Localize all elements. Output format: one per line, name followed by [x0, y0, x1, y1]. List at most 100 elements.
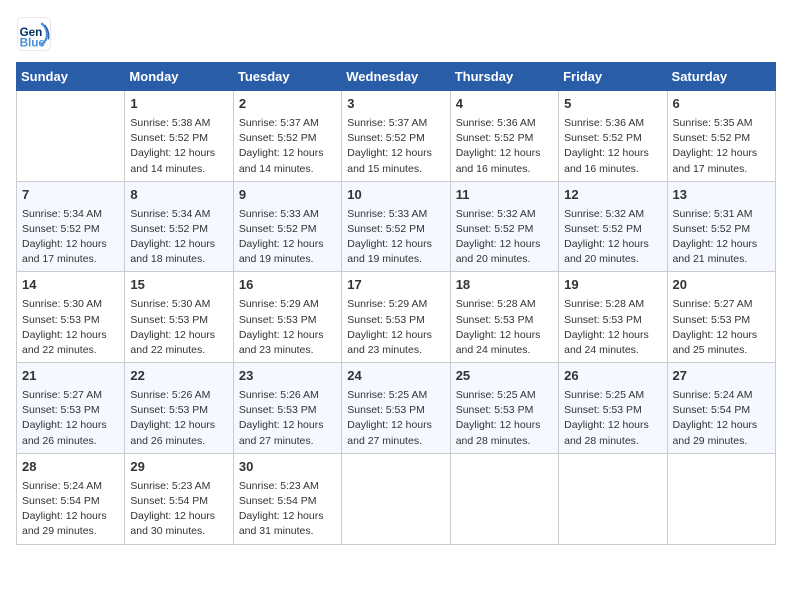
day-info: Sunrise: 5:32 AM Sunset: 5:52 PM Dayligh…	[564, 207, 661, 268]
day-number: 29	[130, 458, 227, 477]
calendar-cell: 22 Sunrise: 5:26 AM Sunset: 5:53 PM Dayli…	[125, 363, 233, 454]
day-number: 21	[22, 367, 119, 386]
calendar-cell: 14 Sunrise: 5:30 AM Sunset: 5:53 PM Dayli…	[17, 272, 125, 363]
day-number: 30	[239, 458, 336, 477]
calendar-cell: 20 Sunrise: 5:27 AM Sunset: 5:53 PM Dayli…	[667, 272, 775, 363]
calendar-cell: 25 Sunrise: 5:25 AM Sunset: 5:53 PM Dayli…	[450, 363, 558, 454]
day-number: 22	[130, 367, 227, 386]
day-info: Sunrise: 5:34 AM Sunset: 5:52 PM Dayligh…	[130, 207, 227, 268]
day-info: Sunrise: 5:26 AM Sunset: 5:53 PM Dayligh…	[239, 388, 336, 449]
day-info: Sunrise: 5:25 AM Sunset: 5:53 PM Dayligh…	[347, 388, 444, 449]
day-number: 20	[673, 276, 770, 295]
calendar-cell: 6 Sunrise: 5:35 AM Sunset: 5:52 PM Daylig…	[667, 91, 775, 182]
calendar-cell: 26Sunrise: 5:25 AM Sunset: 5:53 PM Dayli…	[559, 363, 667, 454]
page-header: Gen Blue	[16, 16, 776, 52]
calendar-cell: 30 Sunrise: 5:23 AM Sunset: 5:54 PM Dayli…	[233, 453, 341, 544]
calendar-week-row: 28 Sunrise: 5:24 AM Sunset: 5:54 PM Dayli…	[17, 453, 776, 544]
calendar-cell	[342, 453, 450, 544]
day-info: Sunrise: 5:33 AM Sunset: 5:52 PM Dayligh…	[347, 207, 444, 268]
day-info: Sunrise: 5:37 AM Sunset: 5:52 PM Dayligh…	[239, 116, 336, 177]
day-number: 9	[239, 186, 336, 205]
day-number: 24	[347, 367, 444, 386]
weekday-header: Friday	[559, 63, 667, 91]
calendar-cell: 19 Sunrise: 5:28 AM Sunset: 5:53 PM Dayli…	[559, 272, 667, 363]
day-info: Sunrise: 5:28 AM Sunset: 5:53 PM Dayligh…	[564, 297, 661, 358]
day-number: 14	[22, 276, 119, 295]
svg-text:Blue: Blue	[20, 37, 46, 50]
day-number: 5	[564, 95, 661, 114]
calendar-cell: 2 Sunrise: 5:37 AM Sunset: 5:52 PM Daylig…	[233, 91, 341, 182]
calendar-cell: 3Sunrise: 5:37 AM Sunset: 5:52 PM Daylig…	[342, 91, 450, 182]
calendar-cell	[559, 453, 667, 544]
day-number: 19	[564, 276, 661, 295]
calendar-table: SundayMondayTuesdayWednesdayThursdayFrid…	[16, 62, 776, 545]
day-info: Sunrise: 5:23 AM Sunset: 5:54 PM Dayligh…	[239, 479, 336, 540]
day-info: Sunrise: 5:36 AM Sunset: 5:52 PM Dayligh…	[564, 116, 661, 177]
day-info: Sunrise: 5:26 AM Sunset: 5:53 PM Dayligh…	[130, 388, 227, 449]
day-number: 23	[239, 367, 336, 386]
calendar-cell: 4 Sunrise: 5:36 AM Sunset: 5:52 PM Daylig…	[450, 91, 558, 182]
weekday-header: Monday	[125, 63, 233, 91]
calendar-cell: 18 Sunrise: 5:28 AM Sunset: 5:53 PM Dayli…	[450, 272, 558, 363]
day-number: 2	[239, 95, 336, 114]
calendar-cell: 23 Sunrise: 5:26 AM Sunset: 5:53 PM Dayli…	[233, 363, 341, 454]
day-info: Sunrise: 5:27 AM Sunset: 5:53 PM Dayligh…	[22, 388, 119, 449]
calendar-cell: 7 Sunrise: 5:34 AM Sunset: 5:52 PM Daylig…	[17, 181, 125, 272]
day-info: Sunrise: 5:29 AM Sunset: 5:53 PM Dayligh…	[239, 297, 336, 358]
calendar-cell: 29 Sunrise: 5:23 AM Sunset: 5:54 PM Dayli…	[125, 453, 233, 544]
weekday-header: Sunday	[17, 63, 125, 91]
calendar-cell: 28 Sunrise: 5:24 AM Sunset: 5:54 PM Dayli…	[17, 453, 125, 544]
day-info: Sunrise: 5:28 AM Sunset: 5:53 PM Dayligh…	[456, 297, 553, 358]
weekday-header: Thursday	[450, 63, 558, 91]
logo: Gen Blue	[16, 16, 58, 52]
day-number: 26	[564, 367, 661, 386]
day-info: Sunrise: 5:23 AM Sunset: 5:54 PM Dayligh…	[130, 479, 227, 540]
day-number: 1	[130, 95, 227, 114]
weekday-header: Wednesday	[342, 63, 450, 91]
calendar-cell: 21 Sunrise: 5:27 AM Sunset: 5:53 PM Dayli…	[17, 363, 125, 454]
day-info: Sunrise: 5:24 AM Sunset: 5:54 PM Dayligh…	[22, 479, 119, 540]
day-number: 27	[673, 367, 770, 386]
calendar-cell	[17, 91, 125, 182]
calendar-cell: 11 Sunrise: 5:32 AM Sunset: 5:52 PM Dayli…	[450, 181, 558, 272]
day-info: Sunrise: 5:34 AM Sunset: 5:52 PM Dayligh…	[22, 207, 119, 268]
day-info: Sunrise: 5:30 AM Sunset: 5:53 PM Dayligh…	[22, 297, 119, 358]
logo-icon: Gen Blue	[16, 16, 52, 52]
day-number: 8	[130, 186, 227, 205]
day-number: 15	[130, 276, 227, 295]
calendar-cell: 9Sunrise: 5:33 AM Sunset: 5:52 PM Daylig…	[233, 181, 341, 272]
calendar-cell: 15 Sunrise: 5:30 AM Sunset: 5:53 PM Dayli…	[125, 272, 233, 363]
calendar-cell: 5 Sunrise: 5:36 AM Sunset: 5:52 PM Daylig…	[559, 91, 667, 182]
day-info: Sunrise: 5:32 AM Sunset: 5:52 PM Dayligh…	[456, 207, 553, 268]
day-info: Sunrise: 5:35 AM Sunset: 5:52 PM Dayligh…	[673, 116, 770, 177]
calendar-cell	[450, 453, 558, 544]
day-number: 12	[564, 186, 661, 205]
day-number: 11	[456, 186, 553, 205]
day-info: Sunrise: 5:27 AM Sunset: 5:53 PM Dayligh…	[673, 297, 770, 358]
day-number: 3	[347, 95, 444, 114]
calendar-cell: 17Sunrise: 5:29 AM Sunset: 5:53 PM Dayli…	[342, 272, 450, 363]
day-number: 16	[239, 276, 336, 295]
day-info: Sunrise: 5:30 AM Sunset: 5:53 PM Dayligh…	[130, 297, 227, 358]
calendar-week-row: 21 Sunrise: 5:27 AM Sunset: 5:53 PM Dayli…	[17, 363, 776, 454]
calendar-cell: 10Sunrise: 5:33 AM Sunset: 5:52 PM Dayli…	[342, 181, 450, 272]
day-number: 28	[22, 458, 119, 477]
day-number: 7	[22, 186, 119, 205]
calendar-cell: 1 Sunrise: 5:38 AM Sunset: 5:52 PM Daylig…	[125, 91, 233, 182]
day-number: 25	[456, 367, 553, 386]
calendar-cell: 12 Sunrise: 5:32 AM Sunset: 5:52 PM Dayli…	[559, 181, 667, 272]
calendar-cell: 24 Sunrise: 5:25 AM Sunset: 5:53 PM Dayli…	[342, 363, 450, 454]
calendar-cell	[667, 453, 775, 544]
day-info: Sunrise: 5:36 AM Sunset: 5:52 PM Dayligh…	[456, 116, 553, 177]
day-number: 4	[456, 95, 553, 114]
day-number: 6	[673, 95, 770, 114]
day-info: Sunrise: 5:25 AM Sunset: 5:53 PM Dayligh…	[456, 388, 553, 449]
day-info: Sunrise: 5:24 AM Sunset: 5:54 PM Dayligh…	[673, 388, 770, 449]
day-info: Sunrise: 5:29 AM Sunset: 5:53 PM Dayligh…	[347, 297, 444, 358]
calendar-week-row: 7 Sunrise: 5:34 AM Sunset: 5:52 PM Daylig…	[17, 181, 776, 272]
day-number: 18	[456, 276, 553, 295]
day-info: Sunrise: 5:31 AM Sunset: 5:52 PM Dayligh…	[673, 207, 770, 268]
calendar-week-row: 14 Sunrise: 5:30 AM Sunset: 5:53 PM Dayli…	[17, 272, 776, 363]
day-info: Sunrise: 5:38 AM Sunset: 5:52 PM Dayligh…	[130, 116, 227, 177]
calendar-cell: 27 Sunrise: 5:24 AM Sunset: 5:54 PM Dayli…	[667, 363, 775, 454]
